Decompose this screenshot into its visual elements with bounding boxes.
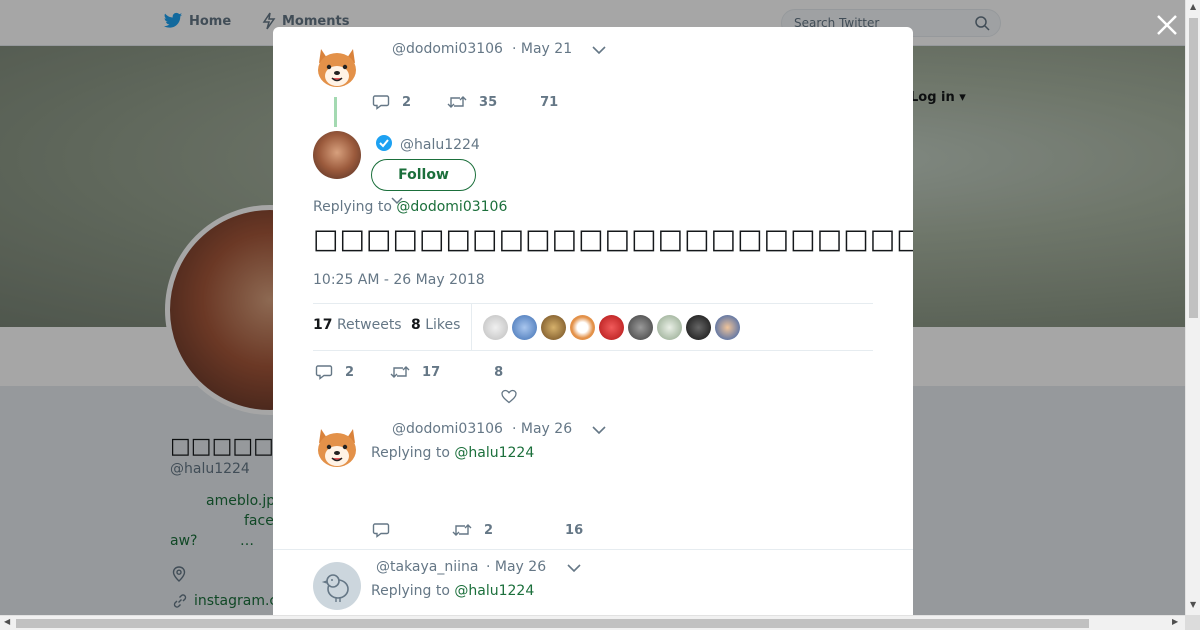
likes-stat[interactable]: 8 Likes xyxy=(411,317,460,333)
retweet-button[interactable]: 35 xyxy=(447,95,497,110)
like-count: 8 xyxy=(494,364,504,380)
stats-divider xyxy=(471,304,472,350)
avatar-dodomi03106[interactable] xyxy=(313,43,361,91)
replying-to-link[interactable]: @halu1224 xyxy=(454,583,534,599)
replying-to-label: Replying to xyxy=(371,445,450,461)
divider xyxy=(273,549,913,550)
retweet-count: 17 xyxy=(422,364,441,380)
replying-to-link[interactable]: @halu1224 xyxy=(454,445,534,461)
tweet-timestamp[interactable]: 10:25 AM - 26 May 2018 xyxy=(313,272,485,288)
tweet-actions: 2 17 8 xyxy=(315,364,503,380)
liker-avatar[interactable] xyxy=(657,315,682,340)
scroll-down-arrow-icon[interactable]: ▼ xyxy=(1190,600,1196,609)
likers-avatars xyxy=(483,315,740,340)
tweet-handle[interactable]: @takaya_niina xyxy=(376,559,478,575)
vertical-scrollbar[interactable]: ▲ ▼ xyxy=(1185,0,1200,615)
tweet-stats: 17 Retweets 8 Likes xyxy=(313,303,873,351)
shiba-dog-avatar-icon xyxy=(318,49,356,87)
like-count: 71 xyxy=(540,94,559,110)
replying-to-link[interactable]: @dodomi03106 xyxy=(396,199,507,215)
retweet-button[interactable]: 2 xyxy=(452,523,493,538)
reply-count: 2 xyxy=(345,364,355,380)
tweet-modal: @dodomi03106 · May 21 2 35 71 @halu1224 … xyxy=(273,27,913,615)
shiba-dog-avatar-icon xyxy=(318,429,356,467)
reply-button[interactable] xyxy=(372,522,390,538)
chevron-down-icon[interactable] xyxy=(567,564,581,573)
retweet-icon xyxy=(447,96,467,108)
avatar-dodomi03106[interactable] xyxy=(313,423,361,471)
liker-avatar[interactable] xyxy=(541,315,566,340)
scroll-left-arrow-icon[interactable]: ◀ xyxy=(4,617,10,626)
liker-avatar[interactable] xyxy=(715,315,740,340)
tweet-date[interactable]: · May 26 xyxy=(512,421,572,437)
reply-button[interactable]: 2 xyxy=(315,364,354,380)
retweet-icon xyxy=(390,366,410,378)
heart-icon[interactable] xyxy=(501,389,517,404)
tweet-date[interactable]: · May 26 xyxy=(486,559,546,575)
replying-to-label: Replying to xyxy=(313,199,392,215)
vertical-scroll-thumb[interactable] xyxy=(1189,18,1198,318)
reply-icon xyxy=(315,365,333,380)
reply-icon xyxy=(372,523,390,538)
like-count: 16 xyxy=(565,522,584,538)
tweet-date[interactable]: · May 21 xyxy=(512,41,572,57)
chevron-down-icon[interactable] xyxy=(592,46,606,55)
like-button[interactable]: 16 xyxy=(565,523,583,538)
retweet-button[interactable]: 17 xyxy=(390,365,440,380)
tweet-handle[interactable]: @dodomi03106 xyxy=(392,421,503,437)
tweet-actions: 2 35 71 xyxy=(372,94,558,110)
like-button[interactable]: 71 xyxy=(540,95,558,110)
replying-to: Replying to @dodomi03106 xyxy=(313,199,507,215)
liker-avatar[interactable] xyxy=(686,315,711,340)
likes-stat-label: Likes xyxy=(425,317,461,333)
horizontal-scrollbar[interactable]: ◀ ▶ xyxy=(0,615,1185,630)
replying-to: Replying to @halu1224 xyxy=(371,583,534,599)
reply-count: 2 xyxy=(402,94,412,110)
replying-to-label: Replying to xyxy=(371,583,450,599)
follow-button[interactable]: Follow xyxy=(371,159,476,191)
tweet-handle[interactable]: @dodomi03106 xyxy=(392,41,503,57)
verified-icon xyxy=(376,135,392,151)
scroll-right-arrow-icon[interactable]: ▶ xyxy=(1172,617,1178,626)
chevron-down-icon[interactable] xyxy=(592,426,606,435)
retweet-count: 2 xyxy=(484,522,494,538)
liker-avatar[interactable] xyxy=(628,315,653,340)
horizontal-scroll-thumb[interactable] xyxy=(16,619,1089,628)
liker-avatar[interactable] xyxy=(512,315,537,340)
replying-to: Replying to @halu1224 xyxy=(371,445,534,461)
tweet-actions: 2 16 xyxy=(372,522,583,538)
avatar-takaya-niina[interactable] xyxy=(313,562,361,610)
avatar-halu1224[interactable] xyxy=(313,131,361,179)
close-icon[interactable] xyxy=(1154,12,1180,38)
retweets-stat-count: 17 xyxy=(313,317,333,333)
likes-stat-count: 8 xyxy=(411,317,421,333)
retweets-stat-label: Retweets xyxy=(336,317,402,333)
retweets-stat[interactable]: 17 Retweets xyxy=(313,317,402,333)
thread-connector xyxy=(334,97,337,127)
retweet-icon xyxy=(452,524,472,536)
bird-avatar-icon xyxy=(321,574,349,602)
scroll-up-arrow-icon[interactable]: ▲ xyxy=(1190,2,1196,11)
liker-avatar[interactable] xyxy=(599,315,624,340)
tweet-text: □□□□□□□□□□□□□□□□□□□□□□□□□□□□□□□□□□ xyxy=(313,224,913,255)
like-button[interactable]: 8 xyxy=(494,365,503,380)
tweet-handle[interactable]: @halu1224 xyxy=(400,137,480,153)
reply-button[interactable]: 2 xyxy=(372,94,411,110)
scrollbar-corner xyxy=(1185,615,1200,630)
retweet-count: 35 xyxy=(479,94,498,110)
reply-icon xyxy=(372,95,390,110)
liker-avatar[interactable] xyxy=(570,315,595,340)
liker-avatar[interactable] xyxy=(483,315,508,340)
